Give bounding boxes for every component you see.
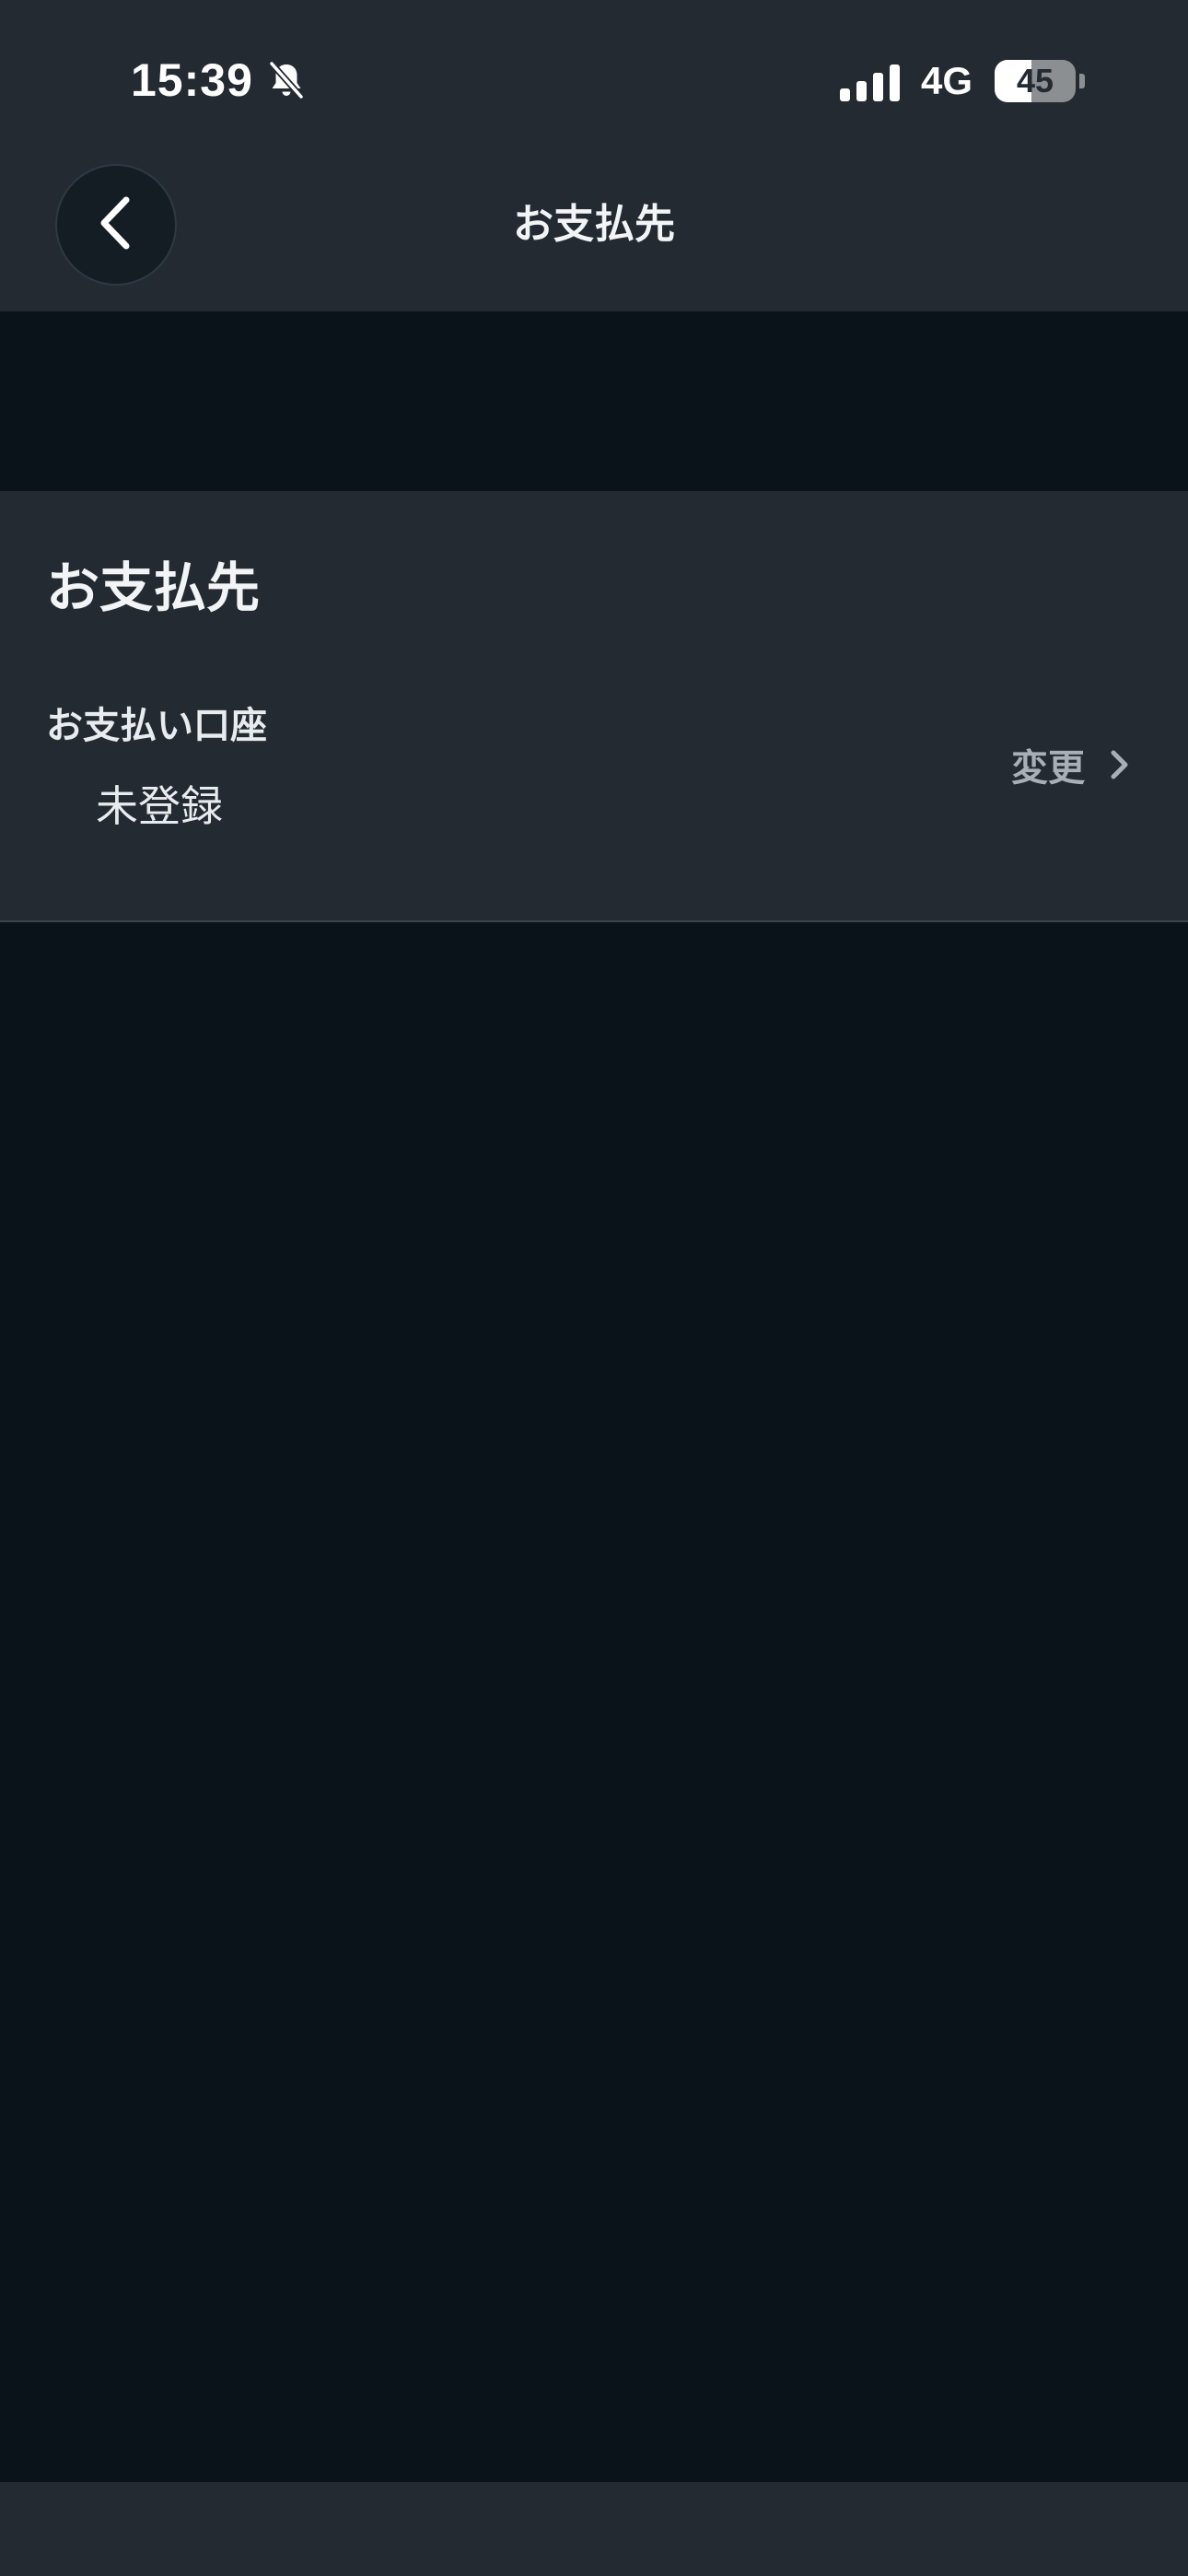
- change-button[interactable]: 変更: [1011, 738, 1133, 791]
- header-area: 15:39 4G 45 お支払先: [0, 0, 1188, 311]
- network-type: 4G: [920, 59, 973, 102]
- section-title: お支払先: [46, 556, 261, 619]
- status-indicators: 4G 45: [839, 55, 1085, 107]
- status-time-group: 15:39: [131, 48, 309, 112]
- payment-account-row[interactable]: お支払い口座 未登録 変更: [0, 696, 1188, 861]
- page-title: お支払先: [513, 201, 675, 248]
- battery-icon: 45: [995, 60, 1076, 102]
- navigation-bar: お支払先: [0, 152, 1188, 311]
- payment-account-label: お支払い口座: [46, 705, 267, 747]
- battery-tip: [1079, 74, 1085, 88]
- bell-slash-icon: [264, 58, 309, 102]
- payment-account-value: 未登録: [96, 781, 223, 831]
- chevron-right-icon: [1105, 746, 1133, 783]
- change-label: 変更: [1011, 747, 1085, 790]
- status-time: 15:39: [131, 54, 253, 106]
- payment-destination-card: お支払先 お支払い口座 未登録 変更: [0, 491, 1188, 922]
- bottom-bar: [0, 2482, 1188, 2576]
- battery-level: 45: [1016, 62, 1054, 100]
- status-bar: 15:39 4G 45: [0, 0, 1188, 152]
- cellular-signal-icon: [839, 61, 901, 101]
